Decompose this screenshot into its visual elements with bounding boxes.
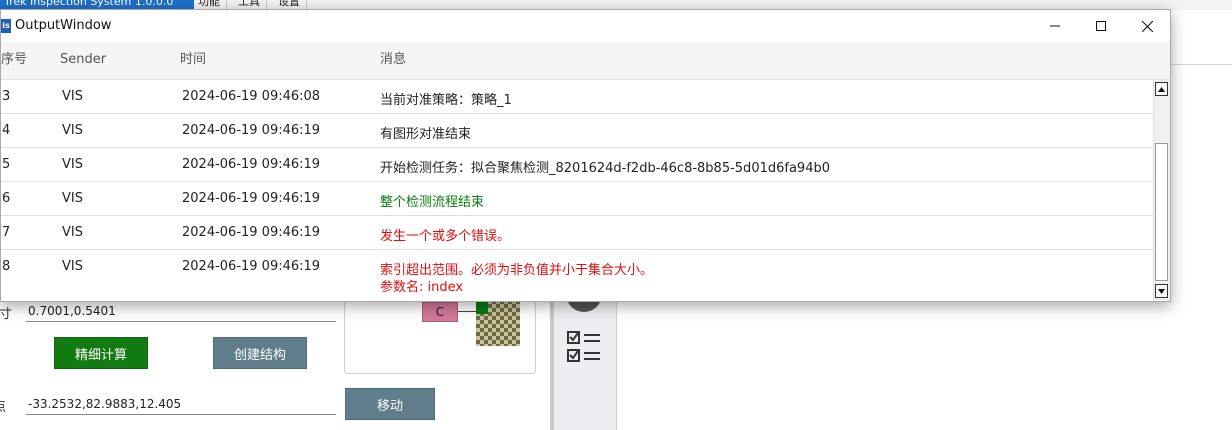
row-time: 2024-06-19 09:46:08: [182, 89, 321, 104]
row-index: 6: [2, 191, 11, 206]
close-icon: [1141, 20, 1153, 32]
scroll-thumb[interactable]: [1155, 143, 1168, 281]
row-index: 8: [2, 259, 11, 274]
right-panel: [1170, 18, 1232, 65]
title-bar[interactable]: is OutputWindow: [1, 10, 1170, 42]
app-icon: is: [1, 19, 11, 33]
table-row[interactable]: 8 VIS 2024-06-19 09:46:19 索引超出范围。必须为非负值并…: [1, 250, 1153, 300]
close-button[interactable]: [1124, 10, 1170, 42]
row-index: 7: [2, 225, 11, 240]
scroll-down-button[interactable]: [1155, 284, 1168, 298]
node-connector: [458, 311, 476, 312]
row-message: 有图形对准结束: [380, 127, 472, 142]
table-header: 序号 Sender 时间 消息: [1, 42, 1170, 80]
checklist-icon[interactable]: [566, 330, 602, 366]
row-sender: VIS: [62, 157, 83, 172]
maximize-button[interactable]: [1078, 10, 1124, 42]
row-sender: VIS: [62, 259, 83, 274]
minimize-button[interactable]: [1032, 10, 1078, 42]
output-window: is OutputWindow 序号 Sender 时间 消息 3 VIS 20…: [0, 9, 1171, 302]
table-row[interactable]: 7 VIS 2024-06-19 09:46:19 发生一个或多个错误。: [1, 216, 1153, 250]
node-c[interactable]: C: [422, 302, 458, 322]
row-index: 3: [2, 89, 11, 104]
table-row[interactable]: 6 VIS 2024-06-19 09:46:19 整个检测流程结束: [1, 182, 1153, 216]
row-message: 开始检测任务：拟合聚焦检测_8201624d-f2db-46c8-8b85-5d…: [380, 161, 830, 176]
fine-calc-button[interactable]: 精细计算: [54, 337, 148, 369]
window-title: OutputWindow: [15, 18, 112, 33]
point-label: 点: [0, 396, 6, 415]
row-time: 2024-06-19 09:46:19: [182, 259, 321, 274]
table-row[interactable]: 3 VIS 2024-06-19 09:46:08 当前对准策略：策略_1: [1, 80, 1153, 114]
node-port[interactable]: [476, 302, 488, 314]
move-button[interactable]: 移动: [345, 388, 435, 420]
row-sender: VIS: [62, 225, 83, 240]
row-time: 2024-06-19 09:46:19: [182, 191, 321, 206]
row-message-detail: 参数名: index: [380, 280, 464, 295]
minimize-icon: [1050, 25, 1060, 27]
table-row[interactable]: 4 VIS 2024-06-19 09:46:19 有图形对准结束: [1, 114, 1153, 148]
scroll-up-icon: [1158, 86, 1165, 92]
row-sender: VIS: [62, 123, 83, 138]
scroll-down-icon: [1158, 288, 1165, 294]
create-structure-button[interactable]: 创建结构: [213, 337, 307, 369]
vertical-scrollbar[interactable]: [1153, 80, 1170, 300]
row-time: 2024-06-19 09:46:19: [182, 123, 321, 138]
table-row[interactable]: 5 VIS 2024-06-19 09:46:19 开始检测任务：拟合聚焦检测_…: [1, 148, 1153, 182]
row-message: 当前对准策略：策略_1: [380, 93, 512, 108]
col-sender-header[interactable]: Sender: [60, 42, 106, 79]
row-sender: VIS: [62, 89, 83, 104]
row-time: 2024-06-19 09:46:19: [182, 157, 321, 172]
point-field[interactable]: -33.2532,82.9883,12.405: [26, 394, 336, 415]
row-time: 2024-06-19 09:46:19: [182, 225, 321, 240]
size-field[interactable]: 0.7001,0.5401: [26, 301, 336, 322]
row-sender: VIS: [62, 191, 83, 206]
maximize-icon: [1096, 21, 1106, 31]
col-index-header[interactable]: 序号: [1, 42, 27, 79]
col-time-header[interactable]: 时间: [180, 42, 206, 79]
row-message: 整个检测流程结束: [380, 195, 485, 210]
scroll-up-button[interactable]: [1155, 82, 1168, 96]
size-label: 尺寸: [0, 307, 13, 322]
row-index: 4: [2, 123, 11, 138]
row-message: 发生一个或多个错误。: [380, 229, 511, 244]
row-index: 5: [2, 157, 11, 172]
col-message-header[interactable]: 消息: [380, 42, 406, 79]
